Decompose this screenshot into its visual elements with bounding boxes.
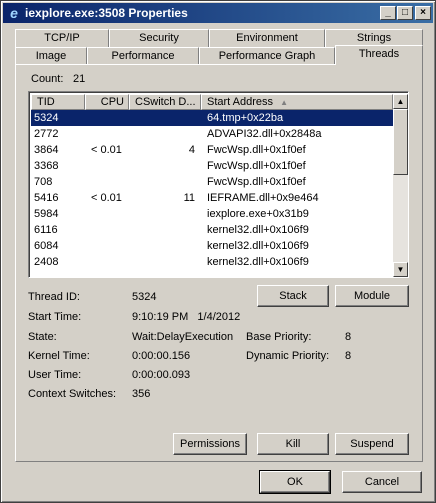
tab-environment[interactable]: Environment xyxy=(209,29,325,47)
user-time-value: 0:00:00.093 xyxy=(132,369,191,381)
context-switches-value: 356 xyxy=(132,388,151,400)
column-start-address[interactable]: Start Address ▲ xyxy=(201,94,393,110)
dynamic-priority-value: 8 xyxy=(345,350,352,362)
cell-start-address: FwcWsp.dll+0x1f0ef xyxy=(207,144,306,156)
table-row[interactable]: 6084 kernel32.dll+0x106f9 xyxy=(31,238,393,254)
cell-start-address: FwcWsp.dll+0x1f0ef xyxy=(207,176,306,188)
cancel-button[interactable]: Cancel xyxy=(342,471,422,493)
cell-tid: 3864 xyxy=(34,144,59,156)
kernel-time-label: Kernel Time: xyxy=(28,350,90,362)
cell-start-address: 64.tmp+0x22ba xyxy=(207,112,284,124)
cell-tid: 6116 xyxy=(34,224,58,236)
start-time-label: Start Time: xyxy=(28,311,82,323)
minimize-button[interactable]: _ xyxy=(380,6,396,20)
thread-id-label: Thread ID: xyxy=(28,291,80,303)
count-label: Count: xyxy=(31,73,64,85)
state-label: State: xyxy=(28,331,57,343)
cell-start-address: ADVAPI32.dll+0x2848a xyxy=(207,128,322,140)
column-start-address-label: Start Address xyxy=(207,96,274,108)
threads-list[interactable]: TID CPU CSwitch D... Start Address ▲ 532… xyxy=(28,91,409,278)
thread-id-value: 5324 xyxy=(132,291,157,303)
table-row[interactable]: 3864 < 0.01 4 FwcWsp.dll+0x1f0ef xyxy=(31,142,393,158)
cell-start-address: IEFRAME.dll+0x9e464 xyxy=(207,192,319,204)
cell-cpu: < 0.01 xyxy=(91,144,122,156)
list-header: TID CPU CSwitch D... Start Address ▲ xyxy=(31,94,393,110)
window-title: iexplore.exe:3508 Properties xyxy=(25,6,188,20)
count-value: 21 xyxy=(73,73,86,85)
table-row[interactable]: 2408 kernel32.dll+0x106f9 xyxy=(31,254,393,270)
suspend-button[interactable]: Suspend xyxy=(335,433,409,455)
column-cpu[interactable]: CPU xyxy=(85,94,129,110)
cell-cswitch-delta: 11 xyxy=(183,192,195,204)
tab-image[interactable]: Image xyxy=(15,47,87,65)
kill-button[interactable]: Kill xyxy=(257,433,329,455)
table-row[interactable]: 5984 iexplore.exe+0x31b9 xyxy=(31,206,393,222)
cell-start-address: kernel32.dll+0x106f9 xyxy=(207,256,309,268)
tab-security[interactable]: Security xyxy=(109,29,209,47)
title-bar[interactable]: e iexplore.exe:3508 Properties _ □ × xyxy=(3,3,433,23)
tab-performance-graph[interactable]: Performance Graph xyxy=(199,47,335,65)
permissions-button[interactable]: Permissions xyxy=(173,433,247,455)
scroll-thumb[interactable] xyxy=(393,109,408,175)
cell-tid: 5324 xyxy=(34,112,59,124)
table-row[interactable]: 6116 kernel32.dll+0x106f9 xyxy=(31,222,393,238)
table-row[interactable]: 3368 FwcWsp.dll+0x1f0ef xyxy=(31,158,393,174)
cell-tid: 6084 xyxy=(34,240,59,252)
cell-tid: 708 xyxy=(34,176,53,188)
tab-threads[interactable]: Threads xyxy=(335,45,423,65)
cell-tid: 2772 xyxy=(34,128,59,140)
cell-cswitch-delta: 4 xyxy=(188,144,195,156)
cell-cpu: < 0.01 xyxy=(91,192,122,204)
context-switches-label: Context Switches: xyxy=(28,388,117,400)
column-cswitch-delta[interactable]: CSwitch D... xyxy=(129,94,201,110)
cell-tid: 5984 xyxy=(34,208,59,220)
properties-window: e iexplore.exe:3508 Properties _ □ × TCP… xyxy=(0,0,436,503)
tab-tcpip[interactable]: TCP/IP xyxy=(15,29,109,47)
user-time-label: User Time: xyxy=(28,369,82,381)
table-row[interactable]: 2772 ADVAPI32.dll+0x2848a xyxy=(31,126,393,142)
close-button[interactable]: × xyxy=(415,6,431,20)
table-row[interactable]: 5416 < 0.01 11 IEFRAME.dll+0x9e464 xyxy=(31,190,393,206)
state-value: Wait:DelayExecution xyxy=(132,331,234,343)
column-tid[interactable]: TID xyxy=(31,94,85,110)
kernel-time-value: 0:00:00.156 xyxy=(132,350,191,362)
cell-start-address: iexplore.exe+0x31b9 xyxy=(207,208,309,220)
stack-button[interactable]: Stack xyxy=(257,285,329,307)
cell-start-address: kernel32.dll+0x106f9 xyxy=(207,224,309,236)
base-priority-value: 8 xyxy=(345,331,352,343)
start-time-value: 9:10:19 PM 1/4/2012 xyxy=(132,311,241,323)
cell-tid: 5416 xyxy=(34,192,59,204)
cell-tid: 3368 xyxy=(34,160,59,172)
dynamic-priority-label: Dynamic Priority: xyxy=(246,350,330,362)
sort-ascending-icon: ▲ xyxy=(280,98,289,107)
table-row[interactable]: 708 FwcWsp.dll+0x1f0ef xyxy=(31,174,393,190)
ie-logo-icon: e xyxy=(10,5,18,21)
base-priority-label: Base Priority: xyxy=(246,331,312,343)
table-row[interactable]: 5324 64.tmp+0x22ba xyxy=(31,110,393,126)
maximize-button[interactable]: □ xyxy=(397,6,413,20)
scroll-up-icon[interactable]: ▲ xyxy=(393,94,408,109)
cell-start-address: FwcWsp.dll+0x1f0ef xyxy=(207,160,306,172)
list-body: 5324 64.tmp+0x22ba 2772 ADVAPI32.dll+0x2848… xyxy=(31,110,393,270)
cell-tid: 2408 xyxy=(34,256,59,268)
module-button[interactable]: Module xyxy=(335,285,409,307)
vertical-scrollbar[interactable]: ▲ ▼ xyxy=(393,94,408,277)
ok-button[interactable]: OK xyxy=(259,470,331,494)
scroll-down-icon[interactable]: ▼ xyxy=(393,262,408,277)
tab-performance[interactable]: Performance xyxy=(87,47,199,65)
cell-start-address: kernel32.dll+0x106f9 xyxy=(207,240,309,252)
